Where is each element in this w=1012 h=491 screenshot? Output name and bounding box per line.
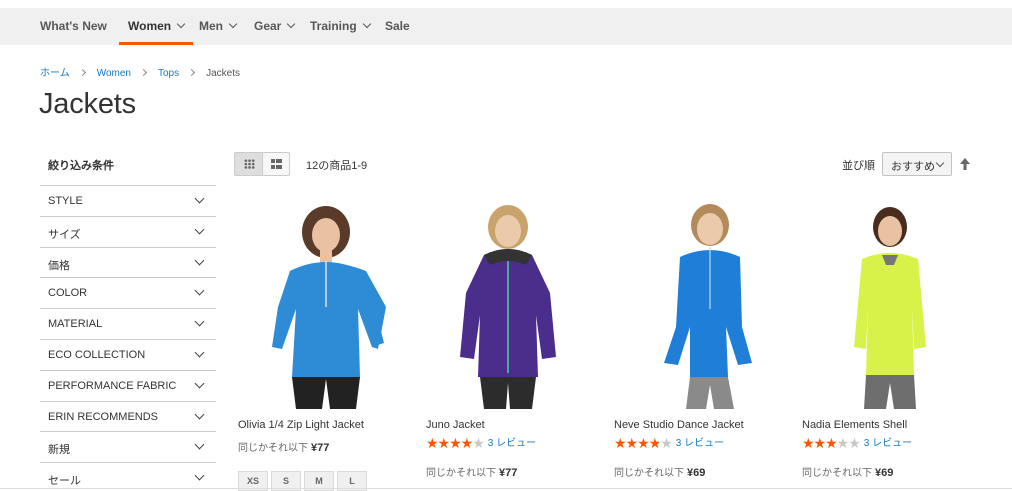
filter-label: ECO COLLECTION <box>48 348 146 361</box>
product-price: 同じかそれ以下 ¥69 <box>614 464 705 479</box>
product-price: 同じかそれ以下 ¥77 <box>426 464 517 479</box>
grid-view-button[interactable] <box>235 153 263 175</box>
product-image[interactable] <box>802 197 977 409</box>
filter-color[interactable]: COLOR <box>40 277 216 308</box>
nav-item-label: Sale <box>385 19 410 33</box>
nav-item-whats-new[interactable]: What's New <box>40 8 107 45</box>
chevron-down-icon <box>194 409 205 420</box>
product-rating: ★★★★★ 3 レビュー <box>802 435 912 451</box>
product-image[interactable] <box>614 197 789 409</box>
filter-label: 価格 <box>48 259 70 272</box>
price-value: ¥69 <box>687 467 706 479</box>
filter-size[interactable]: サイズ <box>40 215 216 247</box>
filter-erin-recommends[interactable]: ERIN RECOMMENDS <box>40 400 216 432</box>
sort-label: 並び順 <box>842 160 875 172</box>
product-name[interactable]: Nadia Elements Shell <box>802 419 907 431</box>
product-rating: ★★★★★ 3 レビュー <box>614 435 724 451</box>
breadcrumb-home[interactable]: ホーム <box>40 68 70 79</box>
reviews-link[interactable]: 3 レビュー <box>488 438 536 449</box>
chevron-down-icon <box>228 19 238 29</box>
rating-stars: ★★★★★ <box>802 435 861 451</box>
filter-label: ERIN RECOMMENDS <box>48 410 159 423</box>
view-mode-switcher <box>234 152 290 176</box>
product-name[interactable]: Olivia 1/4 Zip Light Jacket <box>238 419 364 431</box>
nav-item-men[interactable]: Men <box>199 8 238 45</box>
price-prefix: 同じかそれ以下 <box>426 468 496 479</box>
filter-performance-fabric[interactable]: PERFORMANCE FABRIC <box>40 369 216 401</box>
nav-item-label: Men <box>199 19 223 33</box>
nav-item-women[interactable]: Women <box>118 8 194 45</box>
top-navigation: What's New Women Men Gear Training Sale <box>0 8 1012 45</box>
nav-item-sale[interactable]: Sale <box>385 8 410 45</box>
chevron-down-icon <box>194 285 205 296</box>
chevron-down-icon <box>362 19 371 29</box>
chevron-down-icon <box>194 224 205 235</box>
price-value: ¥77 <box>311 442 330 454</box>
sort-select-value: おすすめ <box>891 161 935 173</box>
nav-item-label: Gear <box>254 19 282 33</box>
filter-material[interactable]: MATERIAL <box>40 308 216 339</box>
product-price: 同じかそれ以下 ¥69 <box>802 464 893 479</box>
price-prefix: 同じかそれ以下 <box>238 443 308 454</box>
chevron-down-icon <box>194 378 205 389</box>
filter-label: セール <box>48 475 81 488</box>
filter-eco-collection[interactable]: ECO COLLECTION <box>40 338 216 370</box>
chevron-right-icon <box>78 68 86 77</box>
price-value: ¥77 <box>499 467 518 479</box>
page-title: Jackets <box>39 88 136 120</box>
divider <box>0 488 1012 489</box>
breadcrumb: ホーム Women Tops Jackets <box>40 64 240 79</box>
chevron-down-icon <box>176 19 186 29</box>
filter-label: サイズ <box>48 228 81 241</box>
rating-stars: ★★★★★ <box>614 435 673 451</box>
sort-select[interactable]: おすすめ <box>882 152 952 176</box>
filter-style[interactable]: STYLE <box>40 185 216 216</box>
product-rating: ★★★★★ 3 レビュー <box>426 435 536 451</box>
filter-new[interactable]: 新規 <box>40 431 216 462</box>
filter-list: STYLE サイズ 価格 COLOR MATERIAL ECO COLLECTI… <box>40 185 216 491</box>
chevron-down-icon <box>935 158 945 168</box>
product-name[interactable]: Juno Jacket <box>426 419 485 431</box>
list-view-icon <box>271 159 282 169</box>
chevron-down-icon <box>287 19 296 29</box>
product-image[interactable] <box>426 197 601 409</box>
chevron-down-icon <box>194 193 205 204</box>
filter-label: 新規 <box>48 444 70 457</box>
filter-label: STYLE <box>48 195 83 207</box>
sort-direction-arrow-icon[interactable] <box>959 157 971 171</box>
filter-label: COLOR <box>48 287 88 300</box>
chevron-down-icon <box>194 347 205 358</box>
breadcrumb-tops[interactable]: Tops <box>158 68 179 79</box>
chevron-down-icon <box>194 316 205 327</box>
nav-item-gear[interactable]: Gear <box>254 8 296 45</box>
list-view-button[interactable] <box>263 153 291 175</box>
chevron-down-icon <box>194 439 205 450</box>
chevron-right-icon <box>188 68 196 77</box>
nav-item-training[interactable]: Training <box>310 8 371 45</box>
filter-label: PERFORMANCE FABRIC <box>48 379 177 392</box>
price-prefix: 同じかそれ以下 <box>614 468 684 479</box>
chevron-right-icon <box>139 68 148 77</box>
reviews-link[interactable]: 3 レビュー <box>864 438 912 449</box>
product-image[interactable] <box>238 197 413 409</box>
nav-item-label: Women <box>128 19 172 33</box>
breadcrumb-current: Jackets <box>206 68 241 79</box>
breadcrumb-women[interactable]: Women <box>97 68 131 79</box>
price-prefix: 同じかそれ以下 <box>802 468 872 479</box>
toolbar-amount: 12の商品1-9 <box>306 160 368 172</box>
filter-price[interactable]: 価格 <box>40 246 216 278</box>
rating-stars: ★★★★★ <box>426 435 485 451</box>
chevron-down-icon <box>194 470 205 481</box>
reviews-link[interactable]: 3 レビュー <box>676 438 724 449</box>
filter-label: MATERIAL <box>48 318 103 331</box>
price-value: ¥69 <box>875 467 894 479</box>
filter-title: 絞り込み条件 <box>48 160 114 172</box>
product-name[interactable]: Neve Studio Dance Jacket <box>614 419 744 431</box>
grid-view-icon <box>244 159 255 169</box>
chevron-down-icon <box>194 255 205 266</box>
nav-item-label: What's New <box>40 19 107 33</box>
filter-sale[interactable]: セール <box>40 462 216 491</box>
nav-item-label: Training <box>310 19 357 33</box>
product-price: 同じかそれ以下 ¥77 <box>238 439 329 454</box>
